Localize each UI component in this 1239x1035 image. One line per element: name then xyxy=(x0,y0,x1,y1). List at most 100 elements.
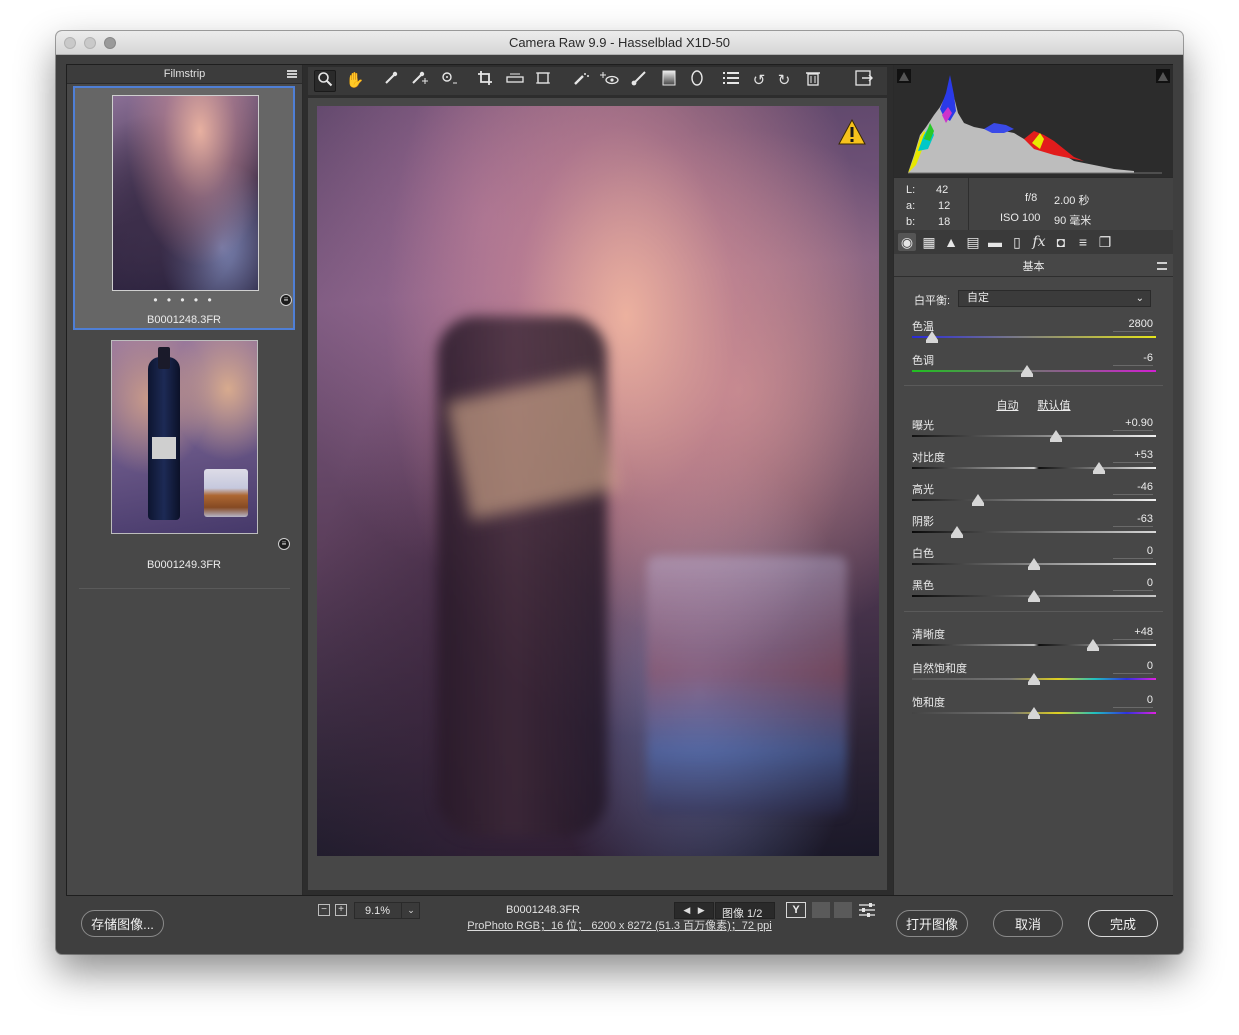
slider-thumb[interactable] xyxy=(1028,707,1040,719)
white-balance-select[interactable]: 自定 ⌄ xyxy=(958,290,1151,307)
contrast-value[interactable]: +53 xyxy=(1113,449,1153,463)
exposure-value[interactable]: +0.90 xyxy=(1113,417,1153,431)
auto-default-links: 自动 默认值 xyxy=(894,397,1173,413)
slider-thumb[interactable] xyxy=(925,331,938,343)
image-preview-frame xyxy=(308,98,887,890)
cancel-button[interactable]: 取消 xyxy=(993,910,1063,937)
rotate-left-icon[interactable]: ↺ xyxy=(748,70,770,92)
camera-raw-content: Filmstrip • • • • • ≡ B0001248.3FR ≡ B00… xyxy=(66,64,1173,920)
vibrance-slider[interactable]: 自然饱和度 0 xyxy=(912,660,1156,692)
filmstrip-item-2[interactable]: ≡ B0001249.3FR xyxy=(73,340,295,584)
detail-tab-icon[interactable]: ▲ xyxy=(942,233,960,251)
focal-length-value: 90 毫米 xyxy=(1054,215,1092,227)
swap-settings-icon[interactable] xyxy=(812,902,830,918)
rotate-right-icon[interactable]: ↻ xyxy=(773,70,795,92)
whites-slider[interactable]: 白色 0 xyxy=(912,545,1156,577)
current-filename: B0001248.3FR xyxy=(506,904,580,916)
blacks-slider[interactable]: 黑色 0 xyxy=(912,577,1156,609)
delete-icon[interactable] xyxy=(802,70,824,92)
image-preview[interactable] xyxy=(317,106,879,856)
basic-tab-icon[interactable]: ◉ xyxy=(898,233,916,251)
previous-image-button[interactable]: ◀ xyxy=(683,905,690,915)
zoom-tool-icon[interactable] xyxy=(314,70,336,92)
aperture-value: f/8 xyxy=(1025,192,1038,204)
hand-tool-icon[interactable]: ✋ xyxy=(344,70,366,92)
window-title: Camera Raw 9.9 - Hasselblad X1D-50 xyxy=(508,35,731,50)
warning-triangle-icon[interactable] xyxy=(837,118,867,151)
filmstrip-header: Filmstrip xyxy=(67,65,302,84)
tint-slider[interactable]: 色调 -6 xyxy=(912,352,1156,384)
zoom-in-button[interactable]: + xyxy=(335,904,347,916)
split-toning-tab-icon[interactable]: ▬ xyxy=(986,233,1004,251)
copy-settings-icon[interactable] xyxy=(834,902,852,918)
highlights-value[interactable]: -46 xyxy=(1113,481,1153,495)
hsl-tab-icon[interactable]: ▤ xyxy=(964,233,982,251)
targeted-adjustment-tool-icon[interactable] xyxy=(438,70,460,92)
shadows-slider[interactable]: 阴影 -63 xyxy=(912,513,1156,545)
adjustments-badge-icon: ≡ xyxy=(278,538,290,550)
graduated-filter-icon[interactable] xyxy=(658,70,680,92)
saturation-slider[interactable]: 饱和度 0 xyxy=(912,694,1156,726)
snapshots-tab-icon[interactable]: ❐ xyxy=(1096,233,1114,251)
blacks-value[interactable]: 0 xyxy=(1113,577,1153,591)
clarity-slider[interactable]: 清晰度 +48 xyxy=(912,626,1156,658)
filmstrip-menu-icon[interactable] xyxy=(287,70,297,78)
adjustment-brush-icon[interactable] xyxy=(628,70,650,92)
crop-tool-icon[interactable] xyxy=(474,70,496,92)
toggle-settings-icon[interactable] xyxy=(858,902,876,918)
adjustments-badge-icon: ≡ xyxy=(280,294,292,306)
temperature-slider[interactable]: 色温 2800 xyxy=(912,318,1156,350)
filmstrip-title: Filmstrip xyxy=(163,68,206,80)
default-link[interactable]: 默认值 xyxy=(1038,400,1071,412)
presets-tab-icon[interactable]: ≡ xyxy=(1074,233,1092,251)
camera-calibration-tab-icon[interactable]: ◘ xyxy=(1052,233,1070,251)
rating-dots[interactable]: • • • • • xyxy=(75,293,293,307)
radial-filter-icon[interactable] xyxy=(686,70,708,92)
transform-tool-icon[interactable] xyxy=(532,70,554,92)
whites-value[interactable]: 0 xyxy=(1113,545,1153,559)
slider-thumb[interactable] xyxy=(1028,673,1040,685)
lens-corrections-tab-icon[interactable]: ▯ xyxy=(1008,233,1026,251)
tool-bar: ✋ ↺ ↻ xyxy=(308,67,887,95)
effects-tab-icon[interactable]: fx xyxy=(1030,233,1048,251)
filmstrip-item-1[interactable]: • • • • • ≡ B0001248.3FR xyxy=(73,86,295,330)
red-eye-tool-icon[interactable] xyxy=(598,70,620,92)
temperature-value[interactable]: 2800 xyxy=(1113,318,1153,332)
preferences-icon[interactable] xyxy=(720,70,742,92)
next-image-button[interactable]: ▶ xyxy=(698,905,705,915)
done-button[interactable]: 完成 xyxy=(1088,910,1158,937)
color-sampler-tool-icon[interactable] xyxy=(408,70,430,92)
spot-removal-tool-icon[interactable] xyxy=(570,70,592,92)
slider-thumb[interactable] xyxy=(951,526,964,538)
slider-thumb[interactable] xyxy=(971,494,984,506)
exposure-slider[interactable]: 曝光 +0.90 xyxy=(912,417,1156,449)
fullscreen-toggle-icon[interactable] xyxy=(853,70,875,92)
camera-raw-window: Camera Raw 9.9 - Hasselblad X1D-50 Films… xyxy=(56,31,1183,954)
shutter-value: 2.00 秒 xyxy=(1054,195,1090,207)
open-image-button[interactable]: 打开图像 xyxy=(896,910,968,937)
panel-menu-icon[interactable] xyxy=(1157,262,1167,270)
adjustments-panel: L: 42 a: 12 b: 18 f/8 2.00 秒 ISO 100 90 … xyxy=(893,65,1173,895)
straighten-tool-icon[interactable] xyxy=(504,70,526,92)
tone-curve-tab-icon[interactable]: ▦ xyxy=(920,233,938,251)
glass-shape xyxy=(204,469,248,517)
slider-thumb[interactable] xyxy=(1028,558,1040,570)
before-after-toggle-button[interactable]: Y xyxy=(786,902,806,918)
vibrance-value[interactable]: 0 xyxy=(1113,660,1153,674)
contrast-slider[interactable]: 对比度 +53 xyxy=(912,449,1156,481)
saturation-value[interactable]: 0 xyxy=(1113,694,1153,708)
slider-thumb[interactable] xyxy=(1092,462,1105,474)
thumbnail-filename: B0001248.3FR xyxy=(147,314,221,326)
highlights-slider[interactable]: 高光 -46 xyxy=(912,481,1156,513)
iso-value: ISO 100 xyxy=(1000,212,1041,224)
slider-thumb[interactable] xyxy=(1086,639,1099,651)
slider-thumb[interactable] xyxy=(1049,430,1062,442)
shadows-value[interactable]: -63 xyxy=(1113,513,1153,527)
zoom-out-button[interactable]: − xyxy=(318,904,330,916)
white-balance-tool-icon[interactable] xyxy=(380,70,402,92)
slider-thumb[interactable] xyxy=(1020,365,1033,377)
tint-value[interactable]: -6 xyxy=(1113,352,1153,366)
slider-thumb[interactable] xyxy=(1028,590,1040,602)
clarity-value[interactable]: +48 xyxy=(1113,626,1153,640)
auto-link[interactable]: 自动 xyxy=(996,400,1018,412)
